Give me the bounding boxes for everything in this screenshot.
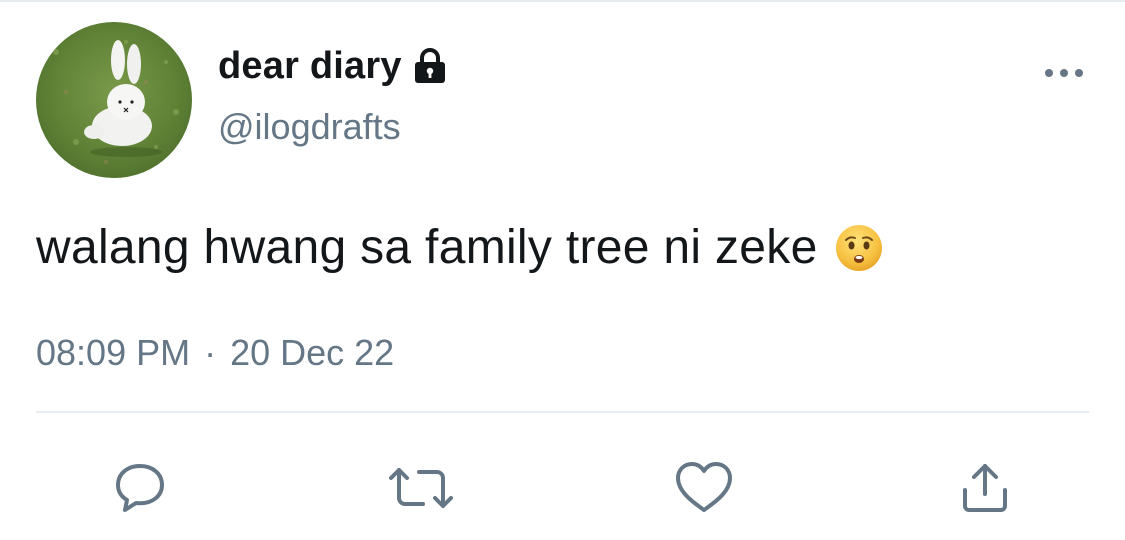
user-handle[interactable]: @ilogdrafts	[218, 106, 401, 148]
display-name[interactable]: dear diary	[218, 45, 402, 88]
retweet-icon	[389, 468, 453, 508]
retweet-button[interactable]	[389, 456, 453, 520]
tweet-date: 20 Dec 22	[230, 332, 395, 373]
speech-bubble-icon	[116, 464, 164, 512]
anxious-face-emoji-icon	[834, 223, 884, 273]
tweet-timestamp[interactable]: 08:09 PM · 20 Dec 22	[36, 332, 394, 374]
display-name-row: dear diary	[218, 38, 448, 94]
reply-button[interactable]	[108, 456, 172, 520]
tweet-time: 08:09 PM	[36, 332, 191, 373]
heart-icon	[676, 462, 732, 512]
avatar[interactable]	[36, 22, 192, 178]
timestamp-separator: ·	[204, 332, 217, 373]
top-border	[0, 0, 1125, 2]
more-options-button[interactable]	[1040, 58, 1088, 88]
share-button[interactable]	[953, 456, 1017, 520]
more-dots-icon	[1045, 69, 1083, 77]
tweet-text: walang hwang sa family tree ni zeke	[36, 221, 818, 274]
like-button[interactable]	[672, 456, 736, 520]
lock-icon	[412, 47, 448, 85]
share-upload-icon	[963, 464, 1007, 512]
divider	[36, 411, 1089, 413]
tweet-text-row: walang hwang sa family tree ni zeke	[36, 220, 884, 275]
